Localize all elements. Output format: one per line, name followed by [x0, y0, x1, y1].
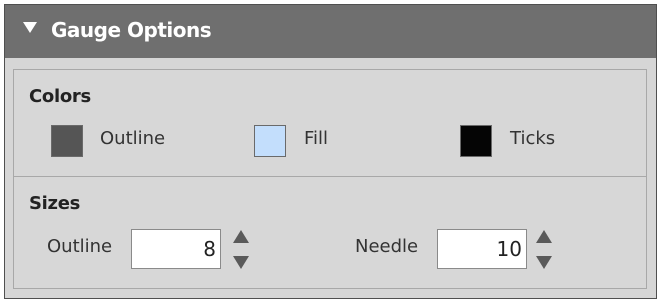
- panel-header[interactable]: Gauge Options: [5, 5, 656, 58]
- fill-color-label: Fill: [304, 128, 329, 149]
- outline-increment-icon[interactable]: [233, 230, 249, 243]
- colors-section: Colors Outline Fill Ticks: [14, 70, 646, 177]
- ticks-color-swatch[interactable]: [460, 125, 492, 157]
- needle-decrement-icon[interactable]: [536, 256, 552, 269]
- colors-section-title: Colors: [29, 86, 91, 107]
- sizes-section-title: Sizes: [29, 193, 81, 214]
- needle-size-label: Needle: [355, 236, 419, 257]
- outline-color-label: Outline: [100, 128, 166, 149]
- outline-size-label: Outline: [47, 236, 113, 257]
- gauge-options-panel: Gauge Options Colors Outline Fill Ticks …: [4, 4, 657, 299]
- fill-color-swatch[interactable]: [254, 125, 286, 157]
- needle-increment-icon[interactable]: [536, 230, 552, 243]
- outline-decrement-icon[interactable]: [233, 256, 249, 269]
- outline-color-swatch[interactable]: [51, 125, 83, 157]
- needle-size-input[interactable]: [437, 229, 527, 269]
- panel-title: Gauge Options: [51, 18, 212, 42]
- collapse-arrow-icon[interactable]: [23, 22, 37, 33]
- outline-size-input[interactable]: [131, 229, 221, 269]
- ticks-color-label: Ticks: [510, 128, 556, 149]
- sizes-section: Sizes Outline Needle: [14, 177, 646, 288]
- panel-body: Colors Outline Fill Ticks Sizes Outline …: [13, 69, 647, 289]
